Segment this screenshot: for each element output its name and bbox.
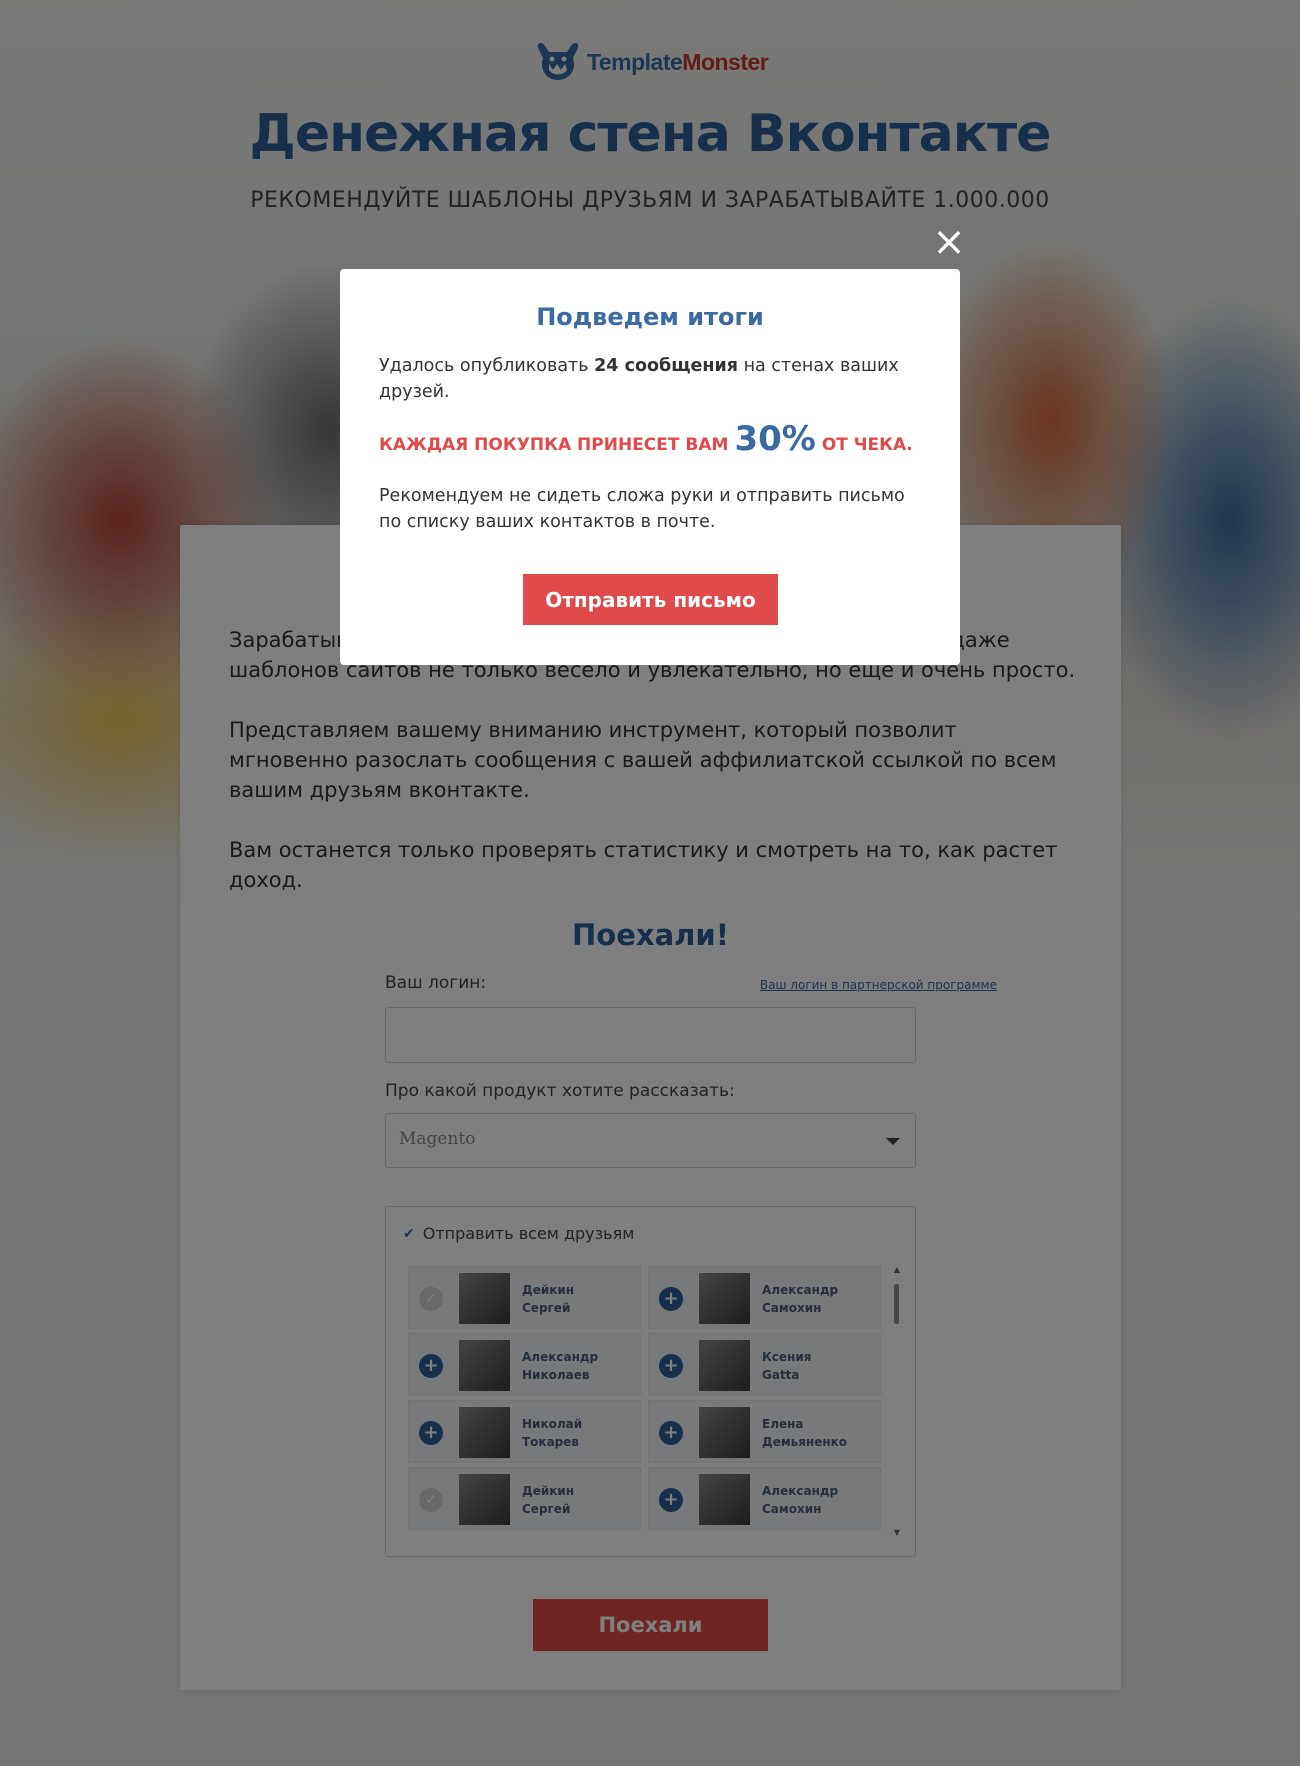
modal-title: Подведем итоги	[536, 303, 764, 331]
modal-p2-prefix: КАЖДАЯ ПОКУПКА ПРИНЕСЕТ ВАМ	[379, 435, 729, 455]
modal-paragraph-2: КАЖДАЯ ПОКУПКА ПРИНЕСЕТ ВАМ 30% ОТ ЧЕКА.	[379, 419, 939, 459]
send-email-button[interactable]: Отправить письмо	[523, 574, 778, 625]
modal-overlay[interactable]	[0, 0, 1300, 1766]
close-icon[interactable]: ×	[931, 222, 967, 262]
summary-modal: Подведем итоги Удалось опубликовать 24 с…	[340, 269, 960, 665]
modal-p2-suffix: ОТ ЧЕКА.	[821, 435, 913, 455]
modal-p1-bold: 24 сообщения	[594, 356, 739, 376]
modal-paragraph-1: Удалось опубликовать 24 сообщения на сте…	[379, 353, 919, 405]
modal-p1-prefix: Удалось опубликовать	[379, 356, 595, 376]
modal-paragraph-3: Рекомендуем не сидеть сложа руки и отпра…	[379, 486, 905, 532]
modal-percent: 30%	[734, 419, 816, 459]
